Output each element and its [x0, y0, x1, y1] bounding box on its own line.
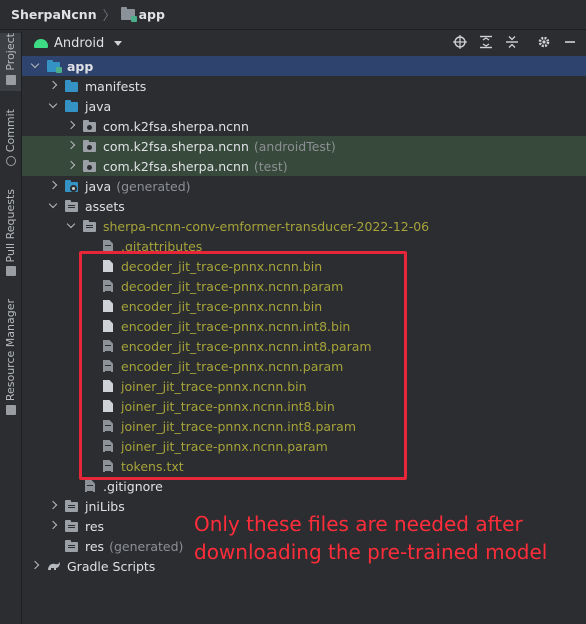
commit-icon	[5, 156, 16, 167]
expand-all-icon[interactable]	[478, 35, 494, 51]
highlight-box	[79, 251, 407, 480]
tree-row[interactable]: manifests	[22, 76, 586, 96]
tool-window-strip: Project Commit Pull Requests Resource Ma…	[0, 31, 22, 624]
commit-tool-tab[interactable]: Commit	[0, 109, 21, 169]
annotation-line-2: downloading the pre-trained model	[194, 540, 548, 564]
view-selector[interactable]: Android	[54, 36, 104, 51]
settings-icon[interactable]	[536, 35, 552, 51]
tree-item-label: com.k2fsa.sherpa.ncnn	[103, 118, 249, 134]
tree-item-label: java	[85, 178, 112, 194]
annotation-line-1: Only these files are needed after	[194, 512, 523, 536]
folder-icon	[64, 519, 80, 533]
resource-manager-icon	[5, 405, 16, 416]
chevron-down-icon[interactable]	[30, 61, 40, 71]
generated-folder-icon	[64, 179, 80, 193]
resource-manager-tool-label: Resource Manager	[4, 299, 17, 402]
no-chevron	[84, 241, 94, 251]
folder-icon	[64, 199, 80, 213]
chevron-down-icon[interactable]	[114, 41, 123, 46]
pull-requests-tool-label: Pull Requests	[4, 189, 17, 263]
tree-item-label: res	[85, 538, 105, 554]
tree-item-label: manifests	[85, 78, 147, 94]
tree-row[interactable]: com.k2fsa.sherpa.ncnn (test)	[22, 156, 586, 176]
tree-row[interactable]: java (generated)	[22, 176, 586, 196]
android-icon	[34, 39, 48, 48]
project-tool-tab[interactable]: Project	[0, 33, 21, 91]
chevron-right-icon[interactable]	[48, 521, 58, 531]
tree-row[interactable]: assets	[22, 196, 586, 216]
tree-row[interactable]: com.k2fsa.sherpa.ncnn	[22, 116, 586, 136]
source-folder-icon	[64, 99, 80, 113]
no-chevron	[48, 541, 58, 551]
tree-item-label: app	[67, 58, 94, 74]
tree-item-suffix: (generated)	[109, 538, 184, 554]
commit-tool-label: Commit	[4, 109, 17, 153]
chevron-right-icon[interactable]	[48, 181, 58, 191]
chevron-right-icon[interactable]	[48, 501, 58, 511]
breadcrumb: SherpaNcnn 〉 app	[0, 0, 586, 30]
resource-manager-tool-tab[interactable]: Resource Manager	[0, 299, 21, 423]
chevron-down-icon[interactable]	[48, 101, 58, 111]
tree-item-suffix: (generated)	[116, 178, 191, 194]
tree-item-label: .gitignore	[103, 478, 163, 494]
package-icon	[82, 119, 98, 133]
tree-item-label: com.k2fsa.sherpa.ncnn	[103, 138, 249, 154]
tree-item-suffix: (test)	[253, 158, 288, 174]
tree-item-label: res	[85, 518, 105, 534]
chevron-down-icon[interactable]	[48, 201, 58, 211]
tree-item-label: sherpa-ncnn-conv-emformer-transducer-202…	[103, 218, 430, 234]
tree-item-label: com.k2fsa.sherpa.ncnn	[103, 158, 249, 174]
gradle-icon	[46, 559, 62, 573]
tree-item-label: Gradle Scripts	[67, 558, 156, 574]
folder-icon	[64, 499, 80, 513]
pull-requests-tool-tab[interactable]: Pull Requests	[0, 189, 21, 281]
chevron-right-icon[interactable]	[66, 161, 76, 171]
tree-item-label: java	[85, 98, 112, 114]
module-folder-icon	[46, 59, 62, 73]
locate-icon[interactable]	[452, 35, 468, 51]
project-tool-label: Project	[4, 33, 17, 71]
chevron-down-icon[interactable]	[66, 221, 76, 231]
tree-row[interactable]: com.k2fsa.sherpa.ncnn (androidTest)	[22, 136, 586, 156]
breadcrumb-project[interactable]: SherpaNcnn	[11, 7, 97, 22]
source-folder-icon	[64, 79, 80, 93]
text-file-icon	[82, 479, 98, 493]
annotation-note: Only these files are needed after downlo…	[194, 510, 547, 566]
minimize-icon[interactable]	[562, 35, 578, 51]
tree-item-label: assets	[85, 198, 125, 214]
pull-request-icon	[5, 266, 16, 277]
module-folder-icon	[120, 7, 137, 22]
chevron-right-icon[interactable]	[48, 81, 58, 91]
chevron-right-icon[interactable]	[66, 121, 76, 131]
breadcrumb-module[interactable]: app	[139, 7, 165, 22]
collapse-all-icon[interactable]	[504, 35, 520, 51]
tree-row[interactable]: app	[22, 56, 586, 76]
tree-item-label: jniLibs	[85, 498, 125, 514]
no-chevron	[66, 481, 76, 491]
folder-icon	[64, 539, 80, 553]
tree-item-suffix: (androidTest)	[253, 138, 336, 154]
chevron-right-icon[interactable]	[30, 561, 40, 571]
project-toolbar: Android	[22, 31, 586, 56]
tree-row[interactable]: sherpa-ncnn-conv-emformer-transducer-202…	[22, 216, 586, 236]
folder-icon	[5, 74, 16, 85]
package-icon	[82, 159, 98, 173]
breadcrumb-separator: 〉	[102, 9, 116, 24]
folder-icon	[82, 219, 98, 233]
chevron-right-icon[interactable]	[66, 141, 76, 151]
package-icon	[82, 139, 98, 153]
tree-row[interactable]: java	[22, 96, 586, 116]
